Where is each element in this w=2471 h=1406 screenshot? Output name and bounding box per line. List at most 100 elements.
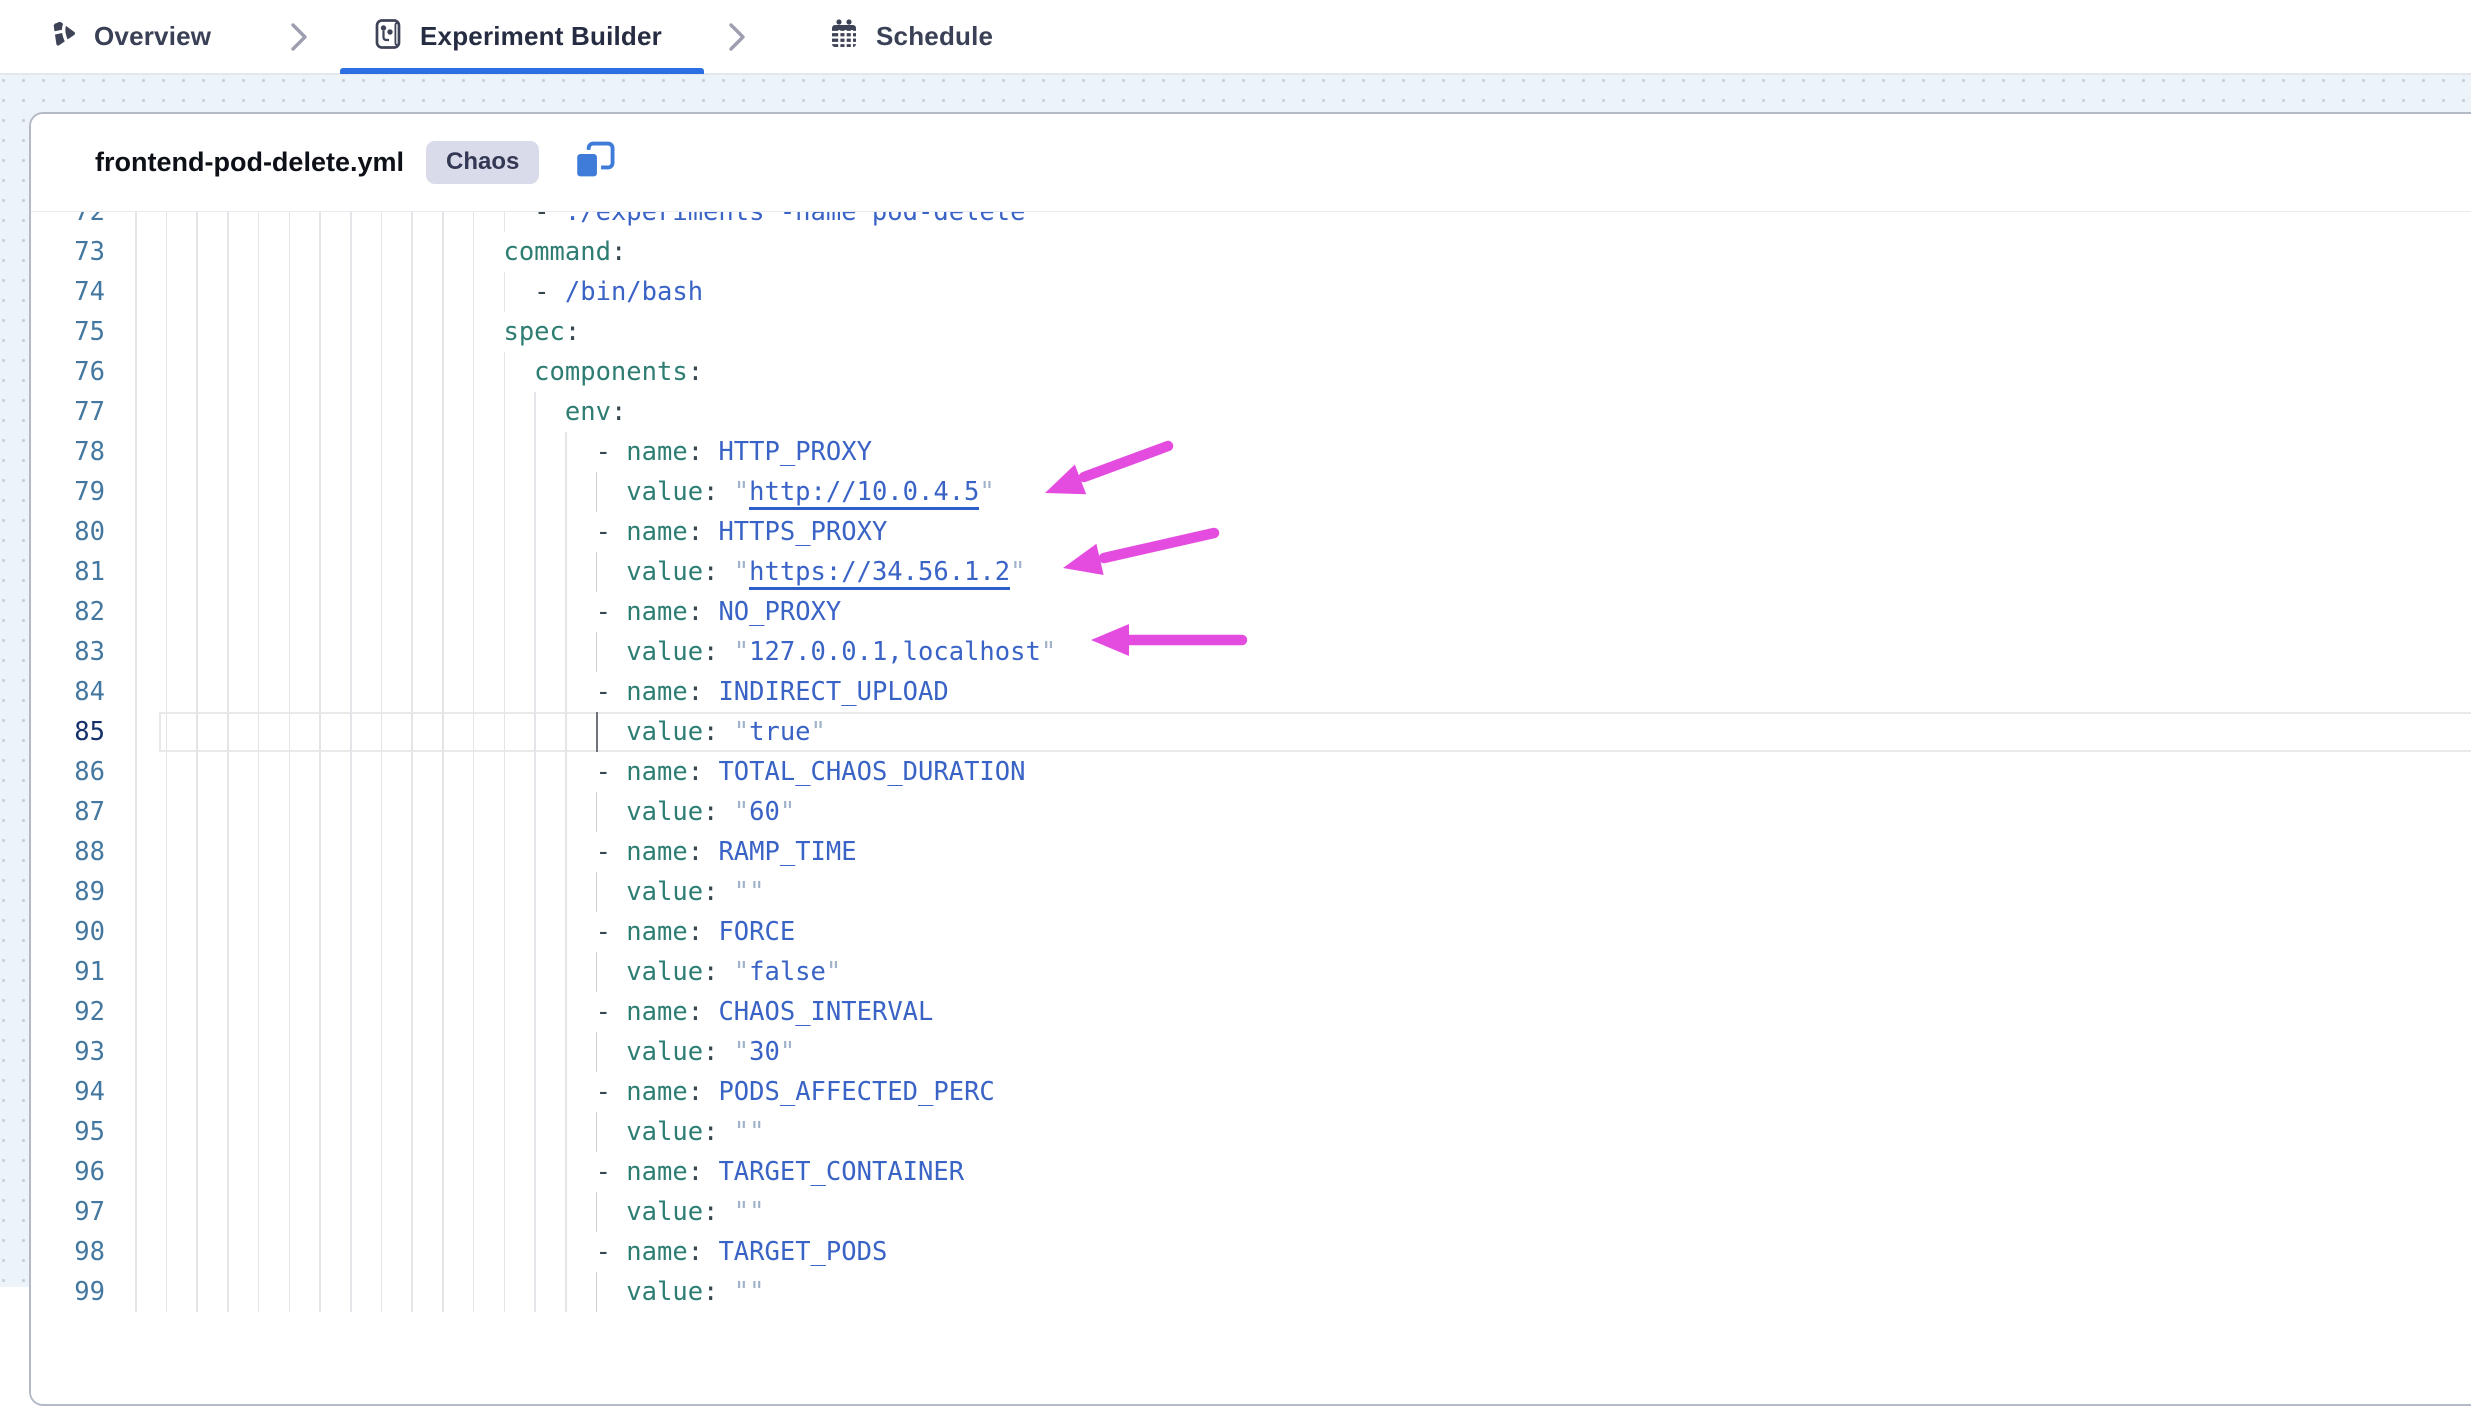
top-tab-bar: Overview Experiment Builder bbox=[0, 0, 2471, 75]
code-text: value: "false" bbox=[135, 952, 841, 992]
line-number: 81 bbox=[31, 552, 105, 592]
code-line-98[interactable]: 98 - name: TARGET_PODS bbox=[31, 1232, 2471, 1272]
code-text: - ./experiments -name pod-delete bbox=[135, 212, 1025, 232]
code-line-87[interactable]: 87 value: "60" bbox=[31, 792, 2471, 832]
code-text: value: "http://10.0.4.5" bbox=[135, 472, 995, 512]
code-line-91[interactable]: 91 value: "false" bbox=[31, 952, 2471, 992]
line-number: 97 bbox=[31, 1192, 105, 1232]
code-line-92[interactable]: 92 - name: CHAOS_INTERVAL bbox=[31, 992, 2471, 1032]
tab-overview[interactable]: Overview bbox=[47, 0, 211, 73]
code-line-73[interactable]: 73 command: bbox=[31, 232, 2471, 272]
chevron-right-icon bbox=[288, 22, 310, 57]
code-line-99[interactable]: 99 value: "" bbox=[31, 1272, 2471, 1312]
code-line-83[interactable]: 83 value: "127.0.0.1,localhost" bbox=[31, 632, 2471, 672]
line-number: 87 bbox=[31, 792, 105, 832]
line-number: 78 bbox=[31, 432, 105, 472]
code-line-88[interactable]: 88 - name: RAMP_TIME bbox=[31, 832, 2471, 872]
line-number: 72 bbox=[31, 212, 105, 232]
code-line-84[interactable]: 84 - name: INDIRECT_UPLOAD bbox=[31, 672, 2471, 712]
tab-schedule[interactable]: Schedule bbox=[827, 0, 993, 73]
code-line-89[interactable]: 89 value: "" bbox=[31, 872, 2471, 912]
line-number: 96 bbox=[31, 1152, 105, 1192]
code-line-97[interactable]: 97 value: "" bbox=[31, 1192, 2471, 1232]
card-header: frontend-pod-delete.yml Chaos bbox=[31, 114, 2471, 212]
tab-experiment-builder-label: Experiment Builder bbox=[420, 21, 662, 52]
code-line-76[interactable]: 76 components: bbox=[31, 352, 2471, 392]
calendar-icon bbox=[827, 17, 861, 56]
line-number: 89 bbox=[31, 872, 105, 912]
code-text: value: "" bbox=[135, 1112, 764, 1152]
line-number: 95 bbox=[31, 1112, 105, 1152]
chaos-badge: Chaos bbox=[426, 141, 539, 184]
code-text: - name: TARGET_PODS bbox=[135, 1232, 887, 1272]
active-tab-underline bbox=[340, 68, 704, 74]
code-line-85[interactable]: 85 value: "true" bbox=[31, 712, 2471, 752]
yaml-editor[interactable]: 72 - ./experiments -name pod-delete73 co… bbox=[31, 212, 2471, 1404]
copy-button[interactable] bbox=[571, 143, 618, 183]
code-text: - name: TOTAL_CHAOS_DURATION bbox=[135, 752, 1025, 792]
code-line-93[interactable]: 93 value: "30" bbox=[31, 1032, 2471, 1072]
chevron-right-icon bbox=[726, 22, 748, 57]
code-text: components: bbox=[135, 352, 703, 392]
copy-icon bbox=[571, 141, 618, 184]
code-line-79[interactable]: 79 value: "http://10.0.4.5" bbox=[31, 472, 2471, 512]
code-line-72[interactable]: 72 - ./experiments -name pod-delete bbox=[31, 212, 2471, 232]
code-line-96[interactable]: 96 - name: TARGET_CONTAINER bbox=[31, 1152, 2471, 1192]
code-text: value: "30" bbox=[135, 1032, 795, 1072]
line-number: 83 bbox=[31, 632, 105, 672]
line-number: 76 bbox=[31, 352, 105, 392]
line-number: 85 bbox=[31, 712, 105, 752]
code-line-74[interactable]: 74 - /bin/bash bbox=[31, 272, 2471, 312]
line-number: 91 bbox=[31, 952, 105, 992]
line-number: 86 bbox=[31, 752, 105, 792]
line-number: 94 bbox=[31, 1072, 105, 1112]
code-text: command: bbox=[135, 232, 626, 272]
code-text: value: "true" bbox=[135, 712, 826, 752]
code-text: value: "" bbox=[135, 1192, 764, 1232]
line-number: 92 bbox=[31, 992, 105, 1032]
code-line-75[interactable]: 75 spec: bbox=[31, 312, 2471, 352]
code-text: - name: NO_PROXY bbox=[135, 592, 841, 632]
code-text: value: "" bbox=[135, 1272, 764, 1312]
code-line-86[interactable]: 86 - name: TOTAL_CHAOS_DURATION bbox=[31, 752, 2471, 792]
code-text: value: "https://34.56.1.2" bbox=[135, 552, 1025, 592]
line-number: 93 bbox=[31, 1032, 105, 1072]
tab-overview-label: Overview bbox=[94, 21, 211, 52]
code-line-77[interactable]: 77 env: bbox=[31, 392, 2471, 432]
code-text: - name: TARGET_CONTAINER bbox=[135, 1152, 964, 1192]
code-text: spec: bbox=[135, 312, 580, 352]
code-line-78[interactable]: 78 - name: HTTP_PROXY bbox=[31, 432, 2471, 472]
code-line-82[interactable]: 82 - name: NO_PROXY bbox=[31, 592, 2471, 632]
code-text: value: "60" bbox=[135, 792, 795, 832]
code-text: - name: HTTPS_PROXY bbox=[135, 512, 887, 552]
code-line-90[interactable]: 90 - name: FORCE bbox=[31, 912, 2471, 952]
dotted-background: frontend-pod-delete.yml Chaos 72 - ./exp… bbox=[0, 73, 2471, 1287]
code-text: value: "" bbox=[135, 872, 764, 912]
yaml-file-card: frontend-pod-delete.yml Chaos 72 - ./exp… bbox=[29, 112, 2471, 1406]
line-number: 74 bbox=[31, 272, 105, 312]
line-number: 98 bbox=[31, 1232, 105, 1272]
tab-schedule-label: Schedule bbox=[876, 21, 993, 52]
line-number: 73 bbox=[31, 232, 105, 272]
code-line-94[interactable]: 94 - name: PODS_AFFECTED_PERC bbox=[31, 1072, 2471, 1112]
code-line-81[interactable]: 81 value: "https://34.56.1.2" bbox=[31, 552, 2471, 592]
line-number: 79 bbox=[31, 472, 105, 512]
line-number: 82 bbox=[31, 592, 105, 632]
line-number: 84 bbox=[31, 672, 105, 712]
line-number: 88 bbox=[31, 832, 105, 872]
code-text: - name: HTTP_PROXY bbox=[135, 432, 872, 472]
code-text: env: bbox=[135, 392, 626, 432]
overview-icon bbox=[47, 18, 79, 55]
line-number: 90 bbox=[31, 912, 105, 952]
line-number: 99 bbox=[31, 1272, 105, 1312]
code-text: - name: PODS_AFFECTED_PERC bbox=[135, 1072, 995, 1112]
detected-link[interactable]: http://10.0.4.5 bbox=[749, 477, 979, 510]
code-line-80[interactable]: 80 - name: HTTPS_PROXY bbox=[31, 512, 2471, 552]
code-text: - name: CHAOS_INTERVAL bbox=[135, 992, 933, 1032]
detected-link[interactable]: https://34.56.1.2 bbox=[749, 557, 1010, 590]
code-text: - name: RAMP_TIME bbox=[135, 832, 857, 872]
code-line-95[interactable]: 95 value: "" bbox=[31, 1112, 2471, 1152]
tab-experiment-builder[interactable]: Experiment Builder bbox=[372, 0, 662, 73]
file-title: frontend-pod-delete.yml bbox=[95, 147, 404, 178]
code-text: - name: INDIRECT_UPLOAD bbox=[135, 672, 949, 712]
